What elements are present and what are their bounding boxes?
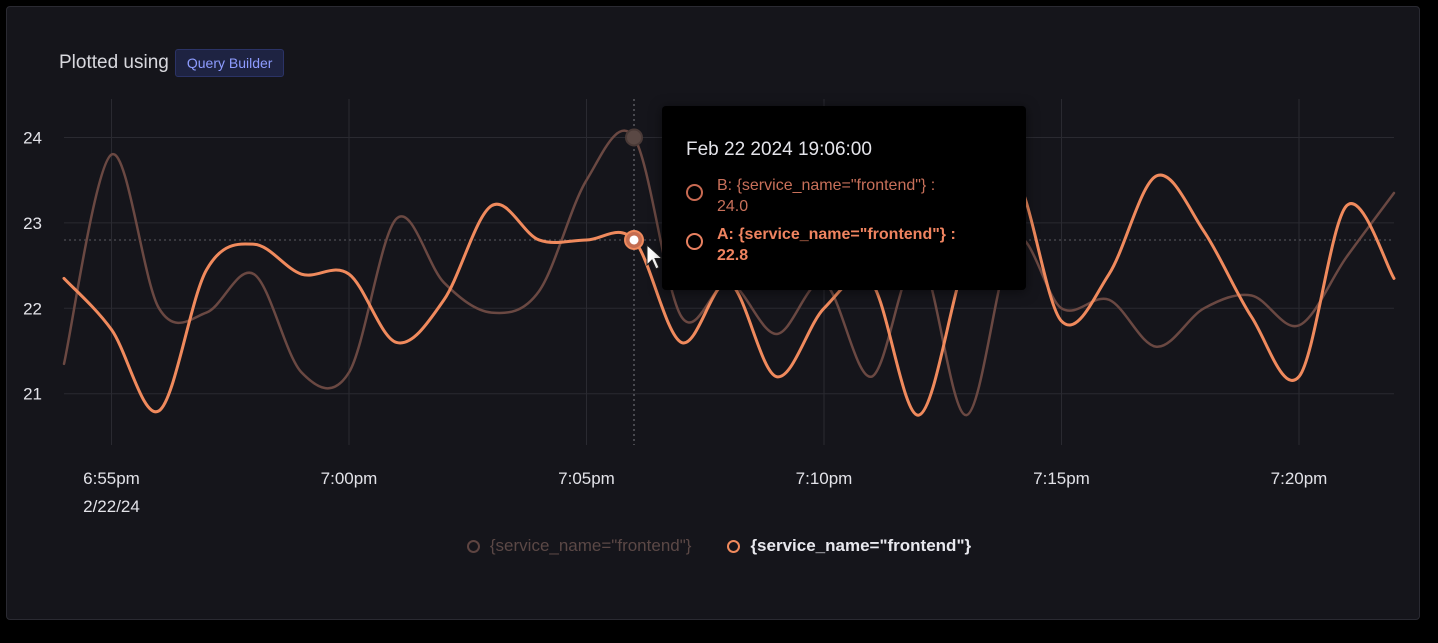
x-tick-label: 7:10pm <box>796 469 853 488</box>
x-tick-label: 7:00pm <box>321 469 378 488</box>
tooltip-series-a-marker-icon <box>686 233 703 250</box>
tooltip-series-a-value: 22.8 <box>717 247 749 264</box>
hover-point-series-a-center <box>629 235 639 245</box>
legend-item-series-a[interactable]: {service_name="frontend"} <box>727 536 971 556</box>
tooltip-timestamp: Feb 22 2024 19:06:00 <box>686 139 872 160</box>
y-tick-label: 24 <box>23 128 42 147</box>
x-tick-label: 7:15pm <box>1033 469 1090 488</box>
x-tick-label: 6:55pm <box>83 469 140 488</box>
y-tick-label: 23 <box>23 214 42 233</box>
chart-tooltip: Feb 22 2024 19:06:00 B: {service_name="f… <box>662 106 1026 290</box>
legend-series-b-label: {service_name="frontend"} <box>489 536 692 555</box>
tooltip-series-a-label: A: {service_name="frontend"} : <box>717 226 956 243</box>
legend-series-a-label: {service_name="frontend"} <box>750 536 972 555</box>
tooltip-series-b-value: 24.0 <box>717 198 749 215</box>
hover-point-series-b <box>625 128 643 147</box>
x-tick-label: 7:20pm <box>1271 469 1328 488</box>
legend-series-a-marker-icon <box>727 539 741 553</box>
y-tick-label: 22 <box>23 299 42 318</box>
tooltip-row-series-b: B: {service_name="frontend"} : 24.0 <box>686 175 1007 217</box>
legend-item-series-b[interactable]: {service_name="frontend"} <box>466 536 692 556</box>
tooltip-series-b-label: B: {service_name="frontend"} : <box>717 177 936 194</box>
legend-series-b-marker-icon <box>466 539 480 553</box>
chart-legend: {service_name="frontend"} {service_name=… <box>0 536 1438 556</box>
x-tick-label: 7:05pm <box>558 469 615 488</box>
mouse-cursor-icon <box>646 243 664 270</box>
x-tick-sublabel: 2/22/24 <box>83 497 140 516</box>
tooltip-row-series-a: A: {service_name="frontend"} : 22.8 <box>686 224 1007 266</box>
tooltip-series-b-marker-icon <box>686 184 703 201</box>
y-tick-label: 21 <box>23 385 42 404</box>
